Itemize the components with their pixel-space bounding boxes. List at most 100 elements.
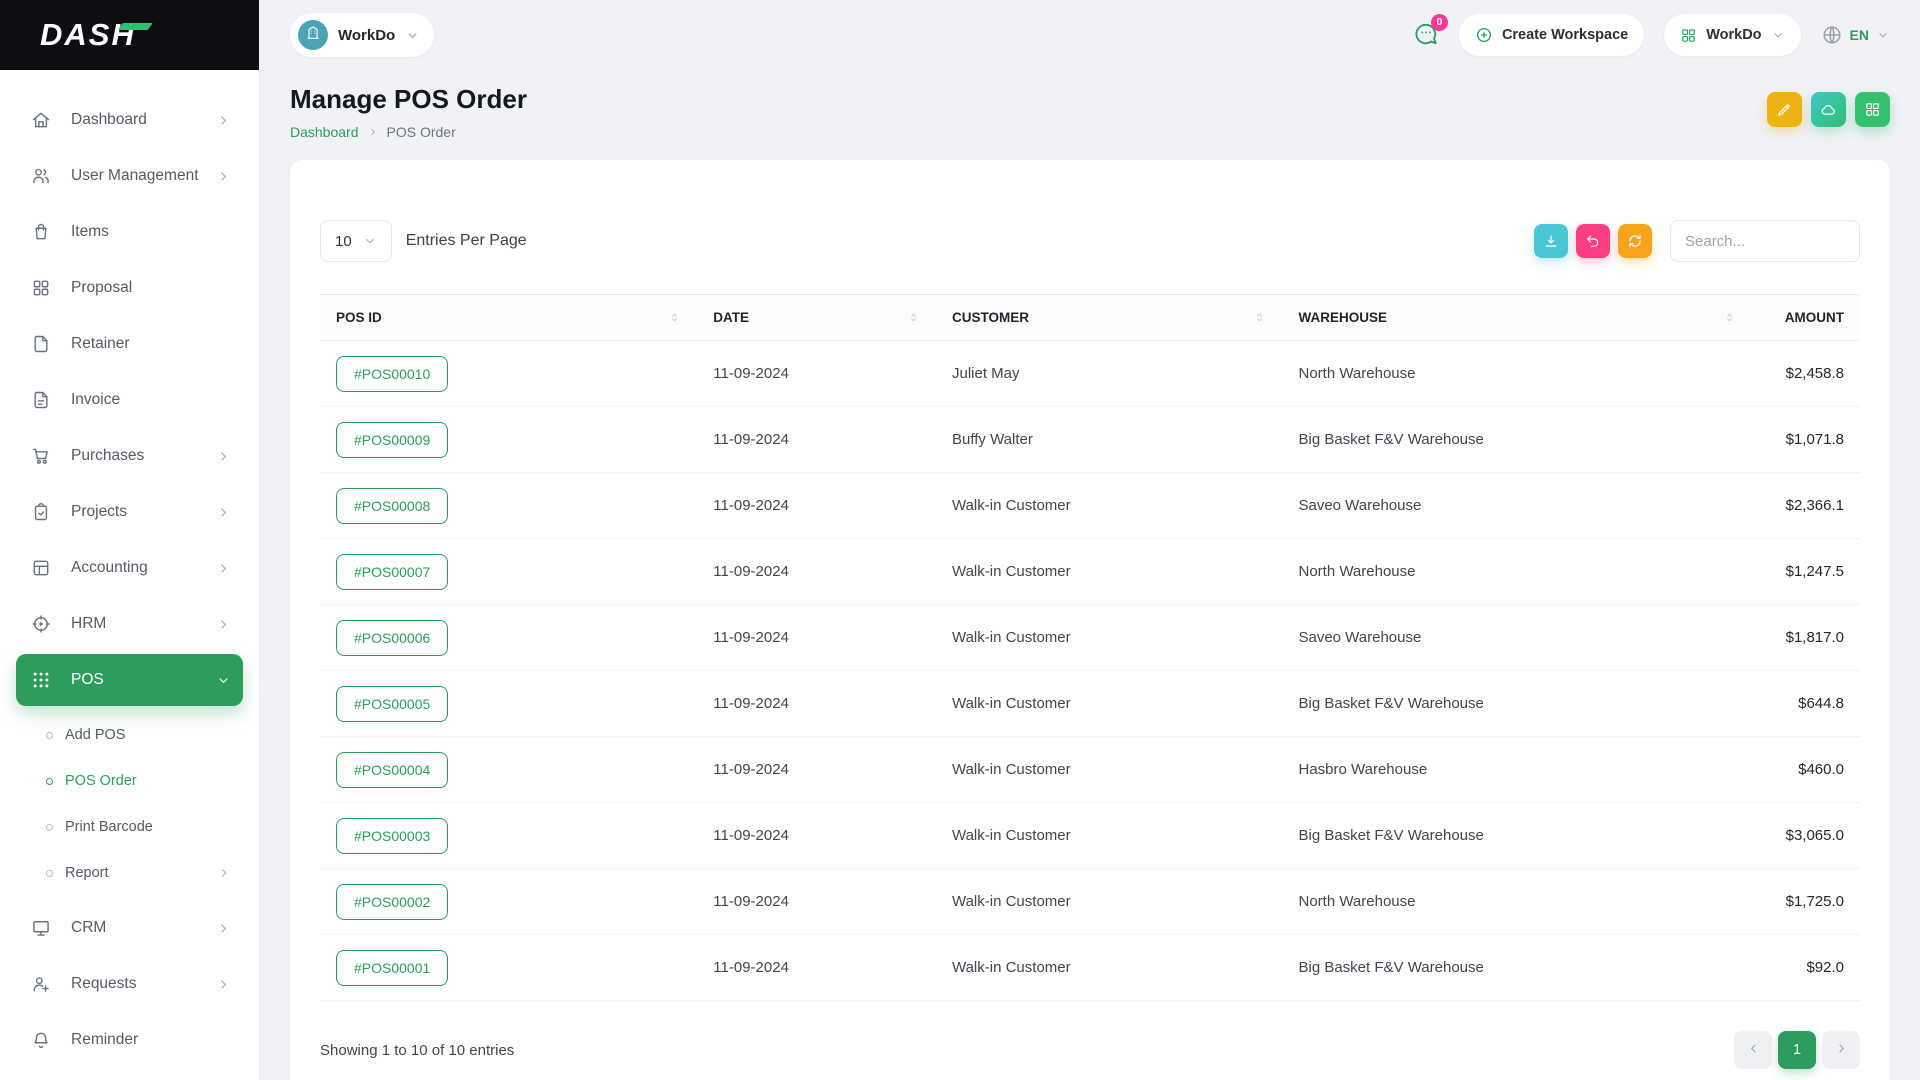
column-header-pos-id[interactable]: POS ID — [320, 295, 697, 341]
amount-cell: $92.0 — [1752, 935, 1860, 1001]
warehouse-cell: Big Basket F&V Warehouse — [1282, 803, 1752, 869]
customer-cell: Walk-in Customer — [936, 803, 1283, 869]
pos-id-cell: #POS00004 — [320, 737, 697, 803]
workspace-switcher[interactable]: WorkDo — [290, 13, 434, 57]
device-desktop-icon — [30, 917, 52, 939]
date-cell: 11-09-2024 — [697, 341, 936, 407]
apps-icon — [30, 669, 52, 691]
pos-id-cell: #POS00001 — [320, 935, 697, 1001]
chevron-down-icon — [216, 673, 231, 688]
sidebar-item-accounting[interactable]: Accounting — [16, 542, 243, 594]
submenu-item-add-pos[interactable]: Add POS — [0, 712, 259, 758]
sidebar-item-retainer[interactable]: Retainer — [16, 318, 243, 370]
column-header-date[interactable]: DATE — [697, 295, 936, 341]
account-menu-button[interactable]: WorkDo — [1664, 14, 1800, 56]
plus-circle-icon — [1475, 26, 1493, 44]
undo-button[interactable] — [1576, 224, 1610, 258]
user-plus-icon — [30, 973, 52, 995]
pos-id-link[interactable]: #POS00008 — [336, 488, 448, 524]
search-input[interactable] — [1670, 220, 1860, 262]
bell-icon — [30, 1029, 52, 1051]
sidebar-item-items[interactable]: Items — [16, 206, 243, 258]
messages-button[interactable]: 0 — [1413, 21, 1439, 50]
sidebar-item-label: Items — [71, 223, 231, 241]
logo[interactable]: DASH — [0, 0, 259, 70]
entries-summary: Showing 1 to 10 of 10 entries — [320, 1042, 514, 1059]
entries-per-page-select[interactable]: 10 — [320, 220, 392, 262]
cloud-button[interactable] — [1811, 92, 1846, 127]
sidebar-item-reminder[interactable]: Reminder — [16, 1014, 243, 1066]
page-numbers: 1 — [1778, 1031, 1816, 1069]
download-button[interactable] — [1534, 224, 1568, 258]
warehouse-cell: Saveo Warehouse — [1282, 473, 1752, 539]
chevron-right-icon — [1834, 1041, 1849, 1060]
chevron-right-icon — [216, 505, 231, 520]
pos-id-cell: #POS00006 — [320, 605, 697, 671]
pencil-button[interactable] — [1767, 92, 1802, 127]
next-page-button[interactable] — [1822, 1031, 1860, 1069]
sidebar-item-requests[interactable]: Requests — [16, 958, 243, 1010]
chevron-left-icon — [1746, 1041, 1761, 1060]
amount-cell: $1,817.0 — [1752, 605, 1860, 671]
chevron-right-icon — [216, 169, 231, 184]
pos-id-link[interactable]: #POS00004 — [336, 752, 448, 788]
table-row: #POS0000411-09-2024Walk-in CustomerHasbr… — [320, 737, 1860, 803]
refresh-button[interactable] — [1618, 224, 1652, 258]
pos-id-link[interactable]: #POS00006 — [336, 620, 448, 656]
sidebar-item-dashboard[interactable]: Dashboard — [16, 94, 243, 146]
date-cell: 11-09-2024 — [697, 407, 936, 473]
sidebar-item-label: POS — [71, 671, 216, 689]
table-row: #POS0000611-09-2024Walk-in CustomerSaveo… — [320, 605, 1860, 671]
create-workspace-button[interactable]: Create Workspace — [1459, 14, 1644, 56]
refresh-icon — [1627, 233, 1643, 249]
submenu-item-pos-order[interactable]: POS Order — [0, 758, 259, 804]
submenu-item-label: Report — [65, 865, 217, 881]
breadcrumb-dashboard-link[interactable]: Dashboard — [290, 124, 359, 140]
pos-id-link[interactable]: #POS00001 — [336, 950, 448, 986]
column-header-warehouse[interactable]: WAREHOUSE — [1282, 295, 1752, 341]
pos-id-link[interactable]: #POS00007 — [336, 554, 448, 590]
sidebar-item-invoice[interactable]: Invoice — [16, 374, 243, 426]
sidebar-item-pos[interactable]: POS — [16, 654, 243, 706]
warehouse-cell: Big Basket F&V Warehouse — [1282, 407, 1752, 473]
page-title: Manage POS Order — [290, 84, 527, 115]
sort-icon — [1253, 311, 1266, 324]
pos-id-cell: #POS00007 — [320, 539, 697, 605]
submenu-item-print-barcode[interactable]: Print Barcode — [0, 804, 259, 850]
pos-order-card: 10 Entries Per Page POS IDDATECUSTOMERWA… — [290, 160, 1890, 1080]
pos-id-link[interactable]: #POS00005 — [336, 686, 448, 722]
sidebar-item-user-management[interactable]: User Management — [16, 150, 243, 202]
sidebar-item-label: Invoice — [71, 391, 231, 409]
undo-icon — [1585, 233, 1601, 249]
table-row: #POS0000111-09-2024Walk-in CustomerBig B… — [320, 935, 1860, 1001]
date-cell: 11-09-2024 — [697, 935, 936, 1001]
language-selector[interactable]: EN — [1821, 24, 1890, 46]
pos-id-link[interactable]: #POS00002 — [336, 884, 448, 920]
sidebar-item-projects[interactable]: Projects — [16, 486, 243, 538]
warehouse-cell: Saveo Warehouse — [1282, 605, 1752, 671]
workspace-name: WorkDo — [338, 27, 395, 44]
sidebar-item-proposal[interactable]: Proposal — [16, 262, 243, 314]
table-row: #POS0000211-09-2024Walk-in CustomerNorth… — [320, 869, 1860, 935]
breadcrumb-current: POS Order — [387, 124, 456, 140]
table-header-row: POS IDDATECUSTOMERWAREHOUSEAMOUNT — [320, 295, 1860, 341]
dot-icon — [46, 870, 53, 877]
download-icon — [1543, 233, 1559, 249]
prev-page-button[interactable] — [1734, 1031, 1772, 1069]
pos-id-cell: #POS00003 — [320, 803, 697, 869]
pos-id-link[interactable]: #POS00009 — [336, 422, 448, 458]
sort-icon — [907, 311, 920, 324]
grid-icon — [1680, 27, 1697, 44]
sidebar-item-crm[interactable]: CRM — [16, 902, 243, 954]
page-button-1[interactable]: 1 — [1778, 1031, 1816, 1069]
sidebar-item-hrm[interactable]: HRM — [16, 598, 243, 650]
sidebar-item-label: CRM — [71, 919, 216, 937]
sidebar-item-label: Projects — [71, 503, 216, 521]
sidebar-item-purchases[interactable]: Purchases — [16, 430, 243, 482]
table-row: #POS0000811-09-2024Walk-in CustomerSaveo… — [320, 473, 1860, 539]
layout-grid-button[interactable] — [1855, 92, 1890, 127]
column-header-customer[interactable]: CUSTOMER — [936, 295, 1283, 341]
pos-id-link[interactable]: #POS00003 — [336, 818, 448, 854]
submenu-item-report[interactable]: Report — [0, 850, 259, 896]
pos-id-link[interactable]: #POS00010 — [336, 356, 448, 392]
